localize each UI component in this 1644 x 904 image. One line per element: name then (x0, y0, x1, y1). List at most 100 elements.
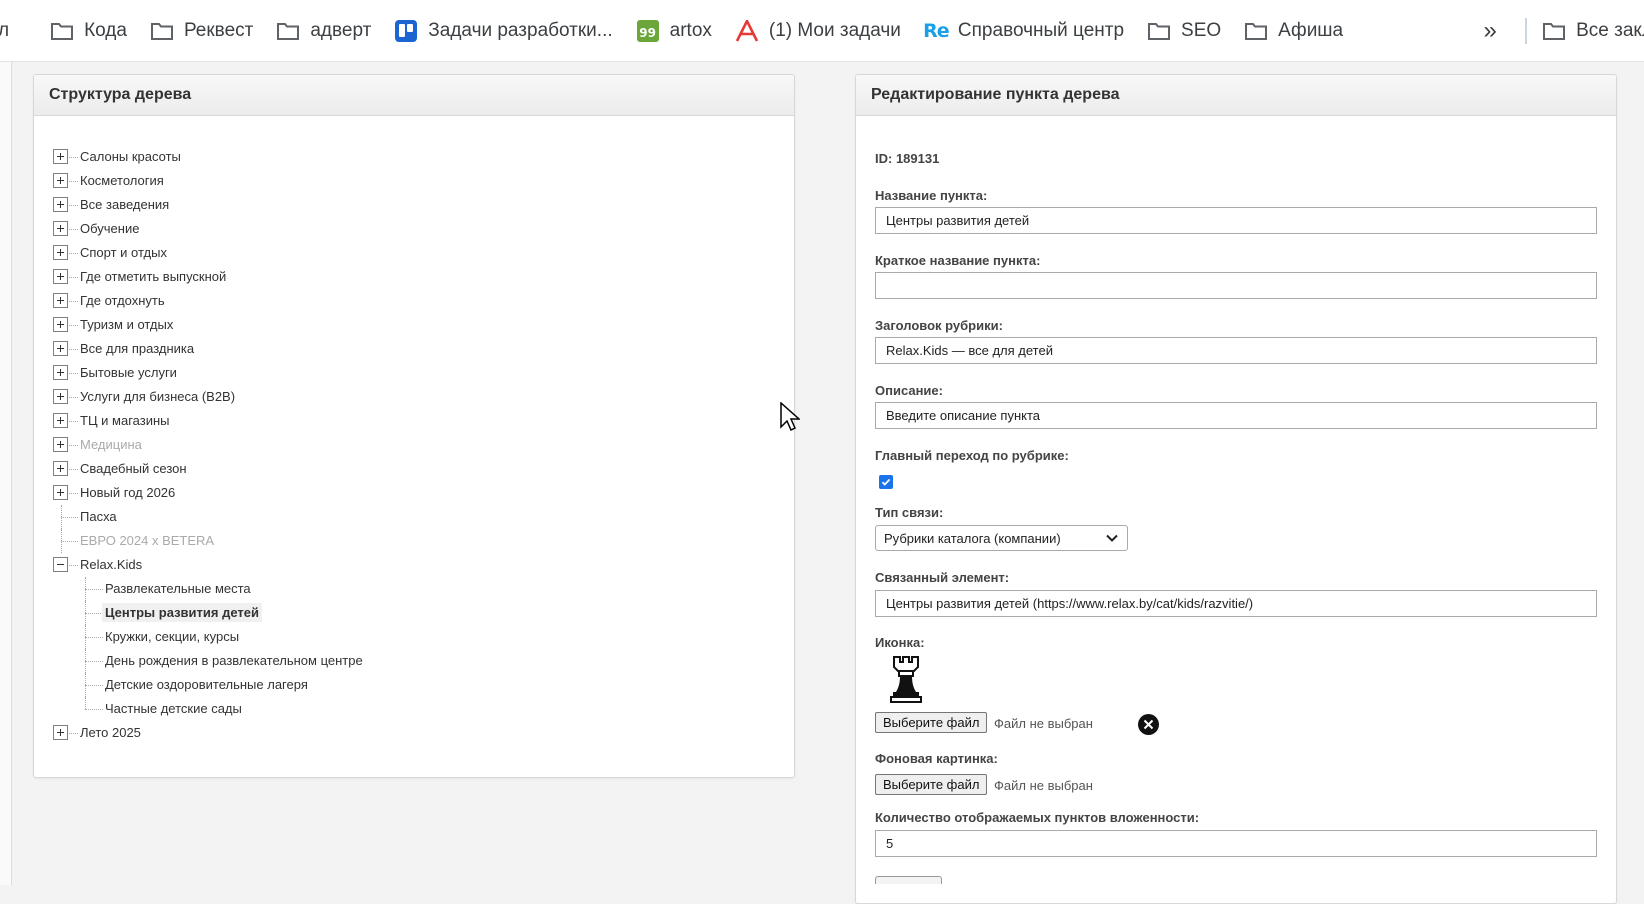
chess-rook-icon (889, 655, 923, 706)
bookmark-help-center[interactable]: Re Справочный центр (913, 11, 1136, 51)
page-left-edge (0, 62, 12, 885)
expand-plus-icon[interactable] (53, 317, 68, 332)
expand-plus-icon[interactable] (53, 293, 68, 308)
tree-node-label[interactable]: Туризм и отдых (80, 317, 173, 332)
tree-node-label[interactable]: Бытовые услуги (80, 365, 177, 380)
edit-tree-item-panel: Редактирование пункта дерева ID: 189131 … (855, 74, 1617, 904)
folder-icon (1243, 19, 1269, 43)
bookmark-folder-koda[interactable]: Кода (39, 11, 139, 51)
bookmarks-separator (1525, 17, 1528, 44)
link-type-label: Тип связи: (875, 505, 944, 520)
tree-node-label[interactable]: Медицина (80, 437, 142, 452)
bookmark-folder-advert[interactable]: адверт (265, 11, 383, 51)
expand-plus-icon[interactable] (53, 725, 68, 740)
collapse-minus-icon[interactable] (53, 557, 68, 572)
bookmark-label: SEO (1181, 19, 1222, 41)
tree-node-label[interactable]: Где отдохнуть (80, 293, 165, 308)
tree-node-label[interactable]: Новый год 2026 (80, 485, 175, 500)
link-type-value: Рубрики каталога (компании) (884, 530, 1061, 546)
bookmark-my-tasks[interactable]: (1) Мои задачи (724, 11, 913, 51)
tree-node-label[interactable]: Развлекательные места (105, 581, 251, 596)
bookmark-label: л (0, 20, 9, 42)
tree-node-label[interactable]: ЕВРО 2024 x BETERA (80, 533, 214, 548)
tree-node-label[interactable]: Где отметить выпускной (80, 269, 226, 284)
tree-node-label[interactable]: Частные детские сады (105, 701, 242, 716)
folder-icon (1541, 19, 1567, 43)
bookmark-trello-tasks[interactable]: Задачи разработки... (383, 11, 624, 51)
tree-node-label[interactable]: Кружки, секции, курсы (105, 629, 239, 644)
expand-plus-icon[interactable] (53, 221, 68, 236)
tree-node-label[interactable]: ТЦ и магазины (80, 413, 170, 428)
tree-node-label[interactable]: Все для праздника (80, 341, 194, 356)
bookmark-label: Афиша (1278, 19, 1344, 41)
folder-icon (149, 19, 175, 43)
expand-plus-icon[interactable] (53, 365, 68, 380)
artox-99-icon: 99 (635, 19, 661, 43)
bookmark-label: Все закладки (1576, 19, 1644, 41)
expand-plus-icon[interactable] (53, 389, 68, 404)
more-bookmarks-chevron-icon[interactable]: » (1473, 17, 1507, 45)
tree-node-label[interactable]: Услуги для бизнеса (B2B) (80, 389, 235, 404)
tree-node-label[interactable]: Обучение (80, 221, 139, 236)
description-input[interactable]: Введите описание пункта (875, 402, 1597, 429)
heading-input[interactable]: Relax.Kids — все для детей (875, 337, 1597, 364)
tree-node-label[interactable]: Косметология (80, 173, 164, 188)
bookmark-label: адверт (310, 19, 372, 41)
name-input[interactable]: Центры развития детей (875, 207, 1597, 234)
expand-plus-icon[interactable] (53, 437, 68, 452)
bookmark-folder-l[interactable]: л (0, 11, 21, 51)
tree-node-label[interactable]: Лето 2025 (80, 725, 141, 740)
expand-plus-icon[interactable] (53, 173, 68, 188)
choose-background-file-button[interactable]: Выберите файл (875, 774, 988, 795)
tree-node-label[interactable]: Спорт и отдых (80, 245, 167, 260)
expand-plus-icon[interactable] (53, 413, 68, 428)
background-file-status: Файл не выбран (994, 778, 1093, 793)
description-label: Описание: (875, 383, 943, 398)
expand-plus-icon[interactable] (53, 485, 68, 500)
tree-node-label[interactable]: Детские оздоровительные лагеря (105, 677, 308, 692)
bookmark-folder-seo[interactable]: SEO (1136, 11, 1233, 51)
linked-element-input[interactable]: Центры развития детей (https://www.relax… (875, 590, 1597, 617)
expand-plus-icon[interactable] (53, 341, 68, 356)
checkmark-icon (881, 478, 891, 486)
save-button[interactable] (875, 876, 942, 884)
expand-plus-icon[interactable] (53, 269, 68, 284)
link-type-select[interactable]: Рубрики каталога (компании) (875, 525, 1128, 551)
choose-icon-file-button[interactable]: Выберите файл (875, 712, 988, 733)
tree-node-label[interactable]: Свадебный сезон (80, 461, 187, 476)
bookmark-label: Кода (84, 19, 127, 41)
bookmark-all-bookmarks[interactable]: Все закладки (1541, 11, 1644, 51)
tree-node-label[interactable]: День рождения в развлекательном центре (105, 653, 363, 668)
tree-node-label[interactable]: Салоны красоты (80, 149, 181, 164)
nested-count-input[interactable]: 5 (875, 830, 1597, 857)
chevron-down-icon (1106, 534, 1118, 542)
icon-label: Иконка: (875, 635, 925, 650)
background-label: Фоновая картинка: (875, 751, 998, 766)
trello-icon (393, 19, 419, 43)
short-name-label: Краткое название пункта: (875, 253, 1041, 268)
nested-count-label: Количество отображаемых пунктов вложенно… (875, 810, 1200, 825)
tree-node-label[interactable]: Все заведения (80, 197, 169, 212)
tree-node-label[interactable]: Relax.Kids (80, 557, 142, 572)
remove-icon-close-icon[interactable] (1138, 714, 1159, 735)
expand-plus-icon[interactable] (53, 245, 68, 260)
bookmark-artox[interactable]: 99 artox (625, 11, 724, 51)
panel-title: Структура дерева (34, 75, 794, 116)
bookmark-label: Справочный центр (957, 19, 1125, 41)
bookmark-label: Реквест (183, 19, 254, 41)
item-id: ID: 189131 (875, 151, 940, 166)
icon-file-status: Файл не выбран (994, 716, 1093, 731)
main-link-checkbox[interactable] (879, 475, 893, 489)
bookmark-folder-afisha[interactable]: Афиша (1233, 11, 1355, 51)
expand-plus-icon[interactable] (53, 149, 68, 164)
bookmark-label: (1) Мои задачи (768, 19, 901, 41)
expand-plus-icon[interactable] (53, 197, 68, 212)
red-a-icon (734, 19, 760, 43)
expand-plus-icon[interactable] (53, 461, 68, 476)
short-name-input[interactable] (875, 272, 1597, 299)
tree-node-label-selected[interactable]: Центры развития детей (102, 603, 262, 622)
tree-node-label[interactable]: Пасха (80, 509, 117, 524)
bookmark-folder-request[interactable]: Реквест (139, 11, 265, 51)
bookmark-label: artox (669, 19, 712, 41)
tree-structure-panel: Структура дерева Салоны красоты Косметол… (33, 74, 795, 778)
